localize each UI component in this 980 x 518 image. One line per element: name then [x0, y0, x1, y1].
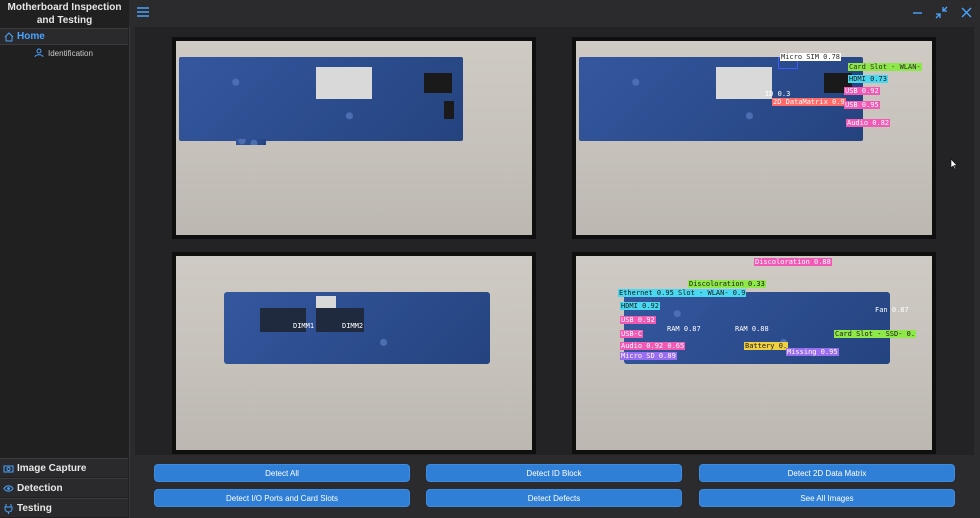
- sidebar-item-detection-label: Detection: [17, 482, 63, 494]
- plug-icon: [4, 503, 13, 514]
- sidebar-item-home-label: Home: [17, 31, 45, 42]
- detection-label: USB 0.92: [620, 316, 656, 324]
- detection-label: Discoloration 0.88: [754, 258, 832, 266]
- detection-label: Ethernet 0.95 Slot - WLAN- 0.9: [618, 289, 747, 297]
- see-all-images-button[interactable]: See All Images: [699, 489, 955, 507]
- detection-label: HDMI 0.73: [848, 75, 888, 83]
- sidebar-item-identification-label: Identification: [48, 48, 93, 58]
- detection-label: ID 0.3: [765, 90, 791, 98]
- sidebar-item-testing[interactable]: Testing: [0, 498, 128, 517]
- detection-label: HDMI 0.92: [620, 302, 660, 310]
- detection-label: Battery 0.: [744, 342, 789, 350]
- detection-label: Micro SIM 0.78: [780, 53, 842, 61]
- detection-label: Card Slot - WLAN-: [848, 63, 922, 71]
- app-title: Motherboard Inspection and Testing: [7, 2, 122, 26]
- sidebar-item-image-capture[interactable]: Image Capture: [0, 458, 128, 477]
- detection-label: Discoloration 0.33: [688, 280, 766, 288]
- hamburger-menu-icon[interactable]: [136, 6, 150, 18]
- detect-all-button[interactable]: Detect All: [154, 464, 410, 482]
- sidebar-item-home[interactable]: Home: [0, 28, 128, 45]
- top-bar: [129, 0, 980, 26]
- detect-2d-data-matrix-button[interactable]: Detect 2D Data Matrix: [699, 464, 955, 482]
- image-panel-detections-bottom: Discoloration 0.88 Discoloration 0.33 Et…: [572, 252, 936, 454]
- image-panel-original-bottom: DIMM1 DIMM2: [172, 252, 536, 454]
- dimm-label: DIMM2: [342, 322, 364, 330]
- image-panel-original-top: [172, 37, 536, 239]
- board-photo-detected: Discoloration 0.88 Discoloration 0.33 Et…: [576, 256, 932, 450]
- sidebar: Motherboard Inspection and Testing Home …: [0, 0, 130, 518]
- detection-label: Card Slot - SSD- 0.: [834, 330, 917, 338]
- restore-icon[interactable]: [935, 6, 948, 19]
- detection-label: USB 0.92: [844, 87, 880, 95]
- sidebar-item-image-capture-label: Image Capture: [17, 462, 87, 474]
- sidebar-item-testing-label: Testing: [17, 502, 52, 514]
- sidebar-item-detection[interactable]: Detection: [0, 478, 128, 497]
- home-icon: [4, 31, 14, 41]
- board-photo-detected: Micro SIM 0.78 Card Slot - WLAN- HDMI 0.…: [576, 41, 932, 235]
- eye-icon: [3, 484, 14, 492]
- detection-label: Audio 0.82: [846, 119, 891, 127]
- image-panel-detections-top: Micro SIM 0.78 Card Slot - WLAN- HDMI 0.…: [572, 37, 936, 239]
- minimize-icon[interactable]: [911, 6, 924, 19]
- mouse-cursor-icon: [950, 158, 958, 170]
- detection-label: Micro SD 0.89: [620, 352, 677, 360]
- detection-label: RAM 0.88: [735, 325, 769, 333]
- detection-label: USB 0.95: [844, 101, 880, 109]
- detection-label: USB-C: [620, 330, 644, 338]
- detect-io-ports-button[interactable]: Detect I/O Ports and Card Slots: [154, 489, 410, 507]
- detect-id-block-button[interactable]: Detect ID Block: [426, 464, 682, 482]
- board-photo: DIMM1 DIMM2: [176, 256, 532, 450]
- detection-label: RAM 0.87: [667, 325, 701, 333]
- detection-label: Audio 0.92 0.65: [620, 342, 686, 350]
- board-photo: [176, 41, 532, 235]
- detection-label: Missing 0.95: [786, 348, 839, 356]
- sidebar-item-identification[interactable]: Identification: [34, 48, 93, 58]
- detection-label: 2D DataMatrix 0.9: [772, 98, 846, 106]
- close-icon[interactable]: [960, 6, 973, 19]
- camera-icon: [3, 465, 14, 472]
- user-icon: [34, 48, 44, 58]
- detection-label: Fan 0.87: [875, 306, 909, 314]
- dimm-label: DIMM1: [293, 322, 315, 330]
- detect-defects-button[interactable]: Detect Defects: [426, 489, 682, 507]
